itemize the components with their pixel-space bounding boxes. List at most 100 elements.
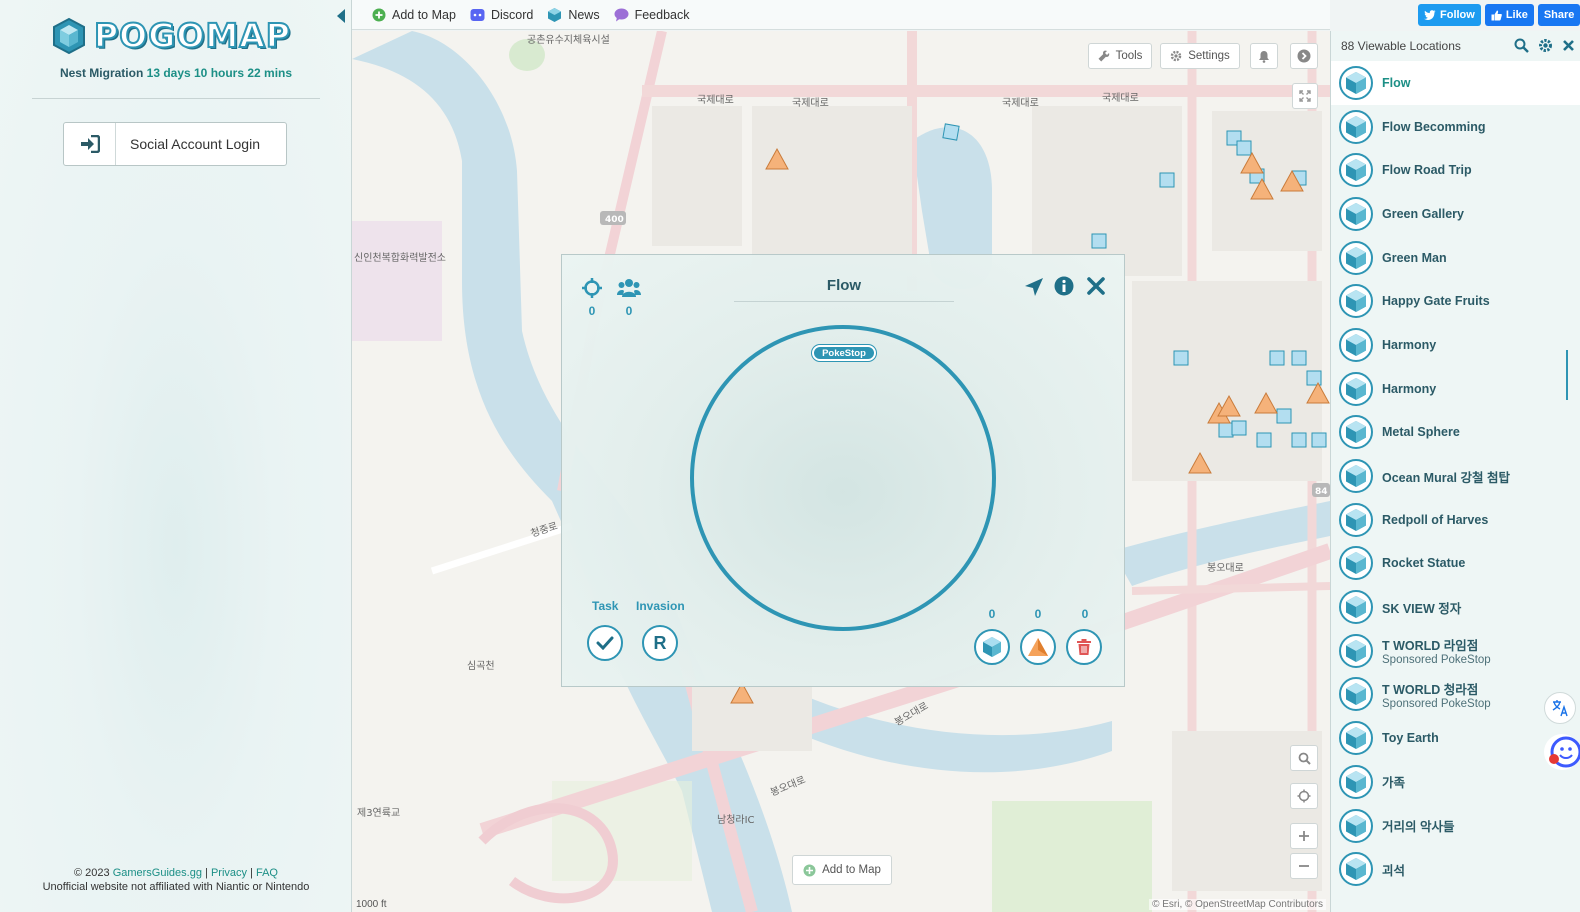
trash-icon <box>1077 639 1091 655</box>
location-list-item[interactable]: Flow Road Trip <box>1331 148 1580 192</box>
next-button[interactable] <box>1290 43 1318 69</box>
location-list-item[interactable]: Harmony <box>1331 367 1580 411</box>
location-name: Harmony <box>1382 381 1437 396</box>
location-list-item[interactable]: Toy Earth <box>1331 716 1580 760</box>
translate-button[interactable] <box>1544 692 1576 724</box>
nest-migration-timer: 13 days 10 hours 22 mins <box>146 66 293 80</box>
facebook-like-button[interactable]: Like <box>1484 4 1534 26</box>
privacy-link[interactable]: Privacy <box>211 867 247 879</box>
chat-assistant-button[interactable] <box>1544 734 1580 770</box>
discord-label: Discord <box>490 7 534 22</box>
location-list-item[interactable]: Harmony <box>1331 323 1580 367</box>
map-label: 국제대로 <box>1102 92 1139 104</box>
location-list-item[interactable]: Green Gallery <box>1331 192 1580 236</box>
location-name: Green Gallery <box>1382 206 1464 221</box>
disclaimer: Unofficial website not affiliated with N… <box>42 881 310 893</box>
pokestop-cube-icon <box>1339 415 1373 450</box>
location-list-item[interactable]: T WORLD 청라점 Sponsored PokeStop <box>1331 673 1580 717</box>
location-list-item[interactable]: Ocean Mural 강철 첨탑 <box>1331 454 1580 498</box>
pokestop-cube-icon <box>1339 852 1373 887</box>
vote-pokestop-button[interactable] <box>974 629 1010 665</box>
vote-gym-button[interactable] <box>1020 629 1056 665</box>
twitter-follow-button[interactable]: Follow <box>1418 4 1481 26</box>
location-list-item[interactable]: SK VIEW 정자 <box>1331 585 1580 629</box>
thumbs-up-icon <box>1491 10 1502 20</box>
pokestop-cube-icon <box>1339 808 1373 843</box>
cube-icon <box>548 7 562 22</box>
divider <box>32 98 320 99</box>
collapse-sidebar-icon[interactable] <box>336 8 346 24</box>
sign-in-icon <box>64 123 116 165</box>
location-list-item[interactable]: Green Man <box>1331 236 1580 280</box>
social-buttons: Follow Like Share <box>1418 4 1580 26</box>
scroll-indicator[interactable] <box>1566 350 1568 400</box>
location-name: Green Man <box>1382 250 1447 265</box>
add-to-map-label: Add to Map <box>392 7 456 22</box>
map-label: 공촌유수지체육시설 <box>527 34 610 46</box>
logo[interactable]: POGOMAP <box>52 15 291 56</box>
discord-link[interactable]: Discord <box>470 8 533 22</box>
vote-delete-button[interactable] <box>1066 629 1102 665</box>
plus-circle-icon <box>372 8 386 21</box>
location-list-item[interactable]: Redpoll of Harves <box>1331 498 1580 542</box>
news-link[interactable]: News <box>547 7 600 23</box>
pin-stat[interactable]: 0 <box>580 277 604 318</box>
tools-button[interactable]: Tools <box>1088 43 1152 69</box>
route-shield-84: 84 <box>1315 487 1328 497</box>
zoom-out-button[interactable] <box>1290 853 1318 879</box>
search-icon[interactable] <box>1514 38 1529 53</box>
footer: © 2023 GamersGuides.gg | Privacy | FAQ U… <box>0 866 352 894</box>
location-name: T WORLD 라임점 <box>1382 639 1479 654</box>
close-icon[interactable] <box>1086 276 1106 296</box>
facebook-share-button[interactable]: Share <box>1537 4 1580 26</box>
info-icon[interactable] <box>1054 276 1074 296</box>
location-list-item[interactable]: Rocket Statue <box>1331 542 1580 586</box>
faq-link[interactable]: FAQ <box>256 867 278 879</box>
chevron-right-circle-icon <box>1297 49 1311 63</box>
social-login-button[interactable]: Social Account Login <box>63 122 287 166</box>
map-label: 남청라IC <box>717 814 755 826</box>
map-add-to-map-button[interactable]: Add to Map <box>792 855 892 885</box>
location-list-item[interactable]: 가족 <box>1331 760 1580 804</box>
pokestop-image-ring <box>690 325 996 631</box>
pokestop-cube-icon <box>1339 502 1373 537</box>
close-icon[interactable] <box>1562 38 1574 53</box>
fullscreen-button[interactable] <box>1292 83 1318 109</box>
settings-button[interactable]: Settings <box>1160 43 1240 69</box>
location-name: Redpoll of Harves <box>1382 512 1489 527</box>
right-sidebar: 88 Viewable Locations Flow Flow Becomming… <box>1330 31 1580 912</box>
location-list-item[interactable]: 괴석 <box>1331 847 1580 891</box>
location-list-item[interactable]: Flow Becomming <box>1331 105 1580 149</box>
plus-icon <box>1299 831 1309 841</box>
zoom-in-button[interactable] <box>1290 823 1318 849</box>
task-button[interactable] <box>587 625 623 661</box>
left-sidebar: POGOMAP Nest Migration 13 days 10 hours … <box>0 0 352 912</box>
location-list-item[interactable]: Flow <box>1331 61 1580 105</box>
map-search-button[interactable] <box>1290 745 1318 771</box>
location-list-item[interactable]: 거리의 악사들 <box>1331 804 1580 848</box>
invasion-button[interactable]: R <box>642 625 678 661</box>
locate-me-button[interactable] <box>1290 783 1318 809</box>
notifications-button[interactable] <box>1250 43 1278 69</box>
location-list-item[interactable]: Happy Gate Fruits <box>1331 279 1580 323</box>
plus-circle-icon <box>803 864 816 876</box>
location-list-item[interactable]: Metal Sphere <box>1331 411 1580 455</box>
pokestop-cube-icon <box>1339 633 1373 668</box>
add-to-map-link[interactable]: Add to Map <box>372 8 456 22</box>
map-label: 제3연륙교 <box>357 807 400 819</box>
navigate-icon[interactable] <box>1024 277 1044 297</box>
pokestop-type-badge: PokeStop <box>812 345 876 361</box>
location-name: Rocket Statue <box>1382 556 1466 571</box>
locations-count: 88 Viewable Locations <box>1341 39 1461 53</box>
pokestop-cube-icon <box>1339 764 1373 799</box>
people-stat[interactable]: 0 <box>616 277 642 318</box>
gear-icon[interactable] <box>1538 38 1553 53</box>
map-label: 국제대로 <box>697 94 734 106</box>
location-name: Toy Earth <box>1382 731 1439 746</box>
checkmark-icon <box>596 636 614 650</box>
pokestop-cube-icon <box>53 17 85 54</box>
nest-migration: Nest Migration 13 days 10 hours 22 mins <box>0 66 352 80</box>
feedback-link[interactable]: Feedback <box>614 8 689 22</box>
gamersguides-link[interactable]: GamersGuides.gg <box>113 867 202 879</box>
location-list-item[interactable]: T WORLD 라임점 Sponsored PokeStop <box>1331 629 1580 673</box>
